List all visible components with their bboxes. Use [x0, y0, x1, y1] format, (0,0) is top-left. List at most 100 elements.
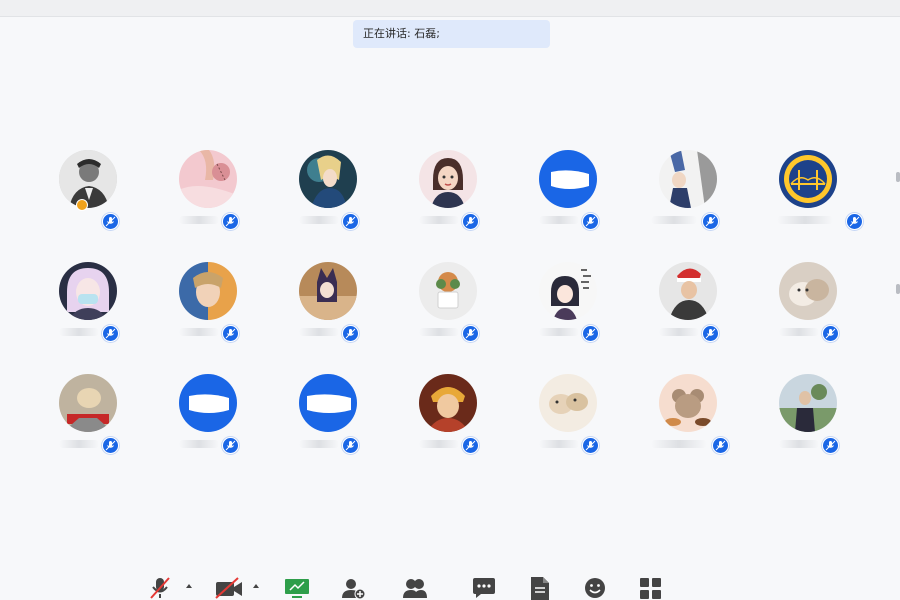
- participant-tile[interactable]: [771, 374, 843, 464]
- participant-name: [539, 328, 579, 336]
- microphone-icon: [822, 437, 839, 454]
- man-portrait-avatar: [59, 150, 117, 208]
- monkey-king-avatar: [419, 374, 477, 432]
- apps-icon[interactable]: [638, 576, 664, 600]
- santa-hat-man-avatar: [659, 262, 717, 320]
- microphone-icon: [712, 437, 729, 454]
- participant-name: [651, 216, 697, 224]
- host-badge-icon: [76, 199, 88, 211]
- outdoor-man-avatar: [779, 374, 837, 432]
- participant-name: [651, 440, 707, 448]
- cat-photo-avatar: [779, 262, 837, 320]
- participant-tile[interactable]: [51, 374, 123, 464]
- participant-tile[interactable]: [51, 150, 123, 240]
- participant-name: [539, 216, 579, 224]
- anime-fantasy-avatar: [179, 262, 237, 320]
- figure-suit-avatar: [659, 150, 717, 208]
- microphone-icon: [846, 213, 863, 230]
- participant-grid: [0, 0, 900, 600]
- microphone-icon: [462, 437, 479, 454]
- microphone-icon: [462, 213, 479, 230]
- participant-name: [179, 328, 219, 336]
- microphone-icon: [342, 437, 359, 454]
- participant-tile[interactable]: [291, 262, 363, 352]
- microphone-icon: [822, 325, 839, 342]
- participant-name: [59, 328, 99, 336]
- participant-name: [299, 328, 339, 336]
- participant-name: [419, 216, 459, 224]
- participant-tile[interactable]: [531, 262, 603, 352]
- participant-name: [419, 328, 459, 336]
- microphone-muted-icon[interactable]: [147, 576, 173, 600]
- plush-toys-avatar: [539, 374, 597, 432]
- chat-icon[interactable]: [471, 576, 497, 600]
- participant-name: [659, 328, 699, 336]
- microphone-icon: [102, 437, 119, 454]
- microphone-icon: [582, 437, 599, 454]
- anime-masked-avatar: [59, 262, 117, 320]
- participant-name: [779, 440, 819, 448]
- participant-name: [179, 216, 219, 224]
- participant-name: [419, 440, 459, 448]
- participant-tile[interactable]: [171, 150, 243, 240]
- participants-icon[interactable]: [402, 576, 428, 600]
- participant-name: [299, 216, 339, 224]
- microphone-icon: [222, 325, 239, 342]
- video-options-caret-icon[interactable]: [253, 584, 259, 588]
- participant-tile[interactable]: [291, 374, 363, 464]
- share-screen-icon[interactable]: [284, 576, 310, 600]
- microphone-icon: [222, 213, 239, 230]
- cat-girl-avatar: [299, 262, 357, 320]
- hand-pink-avatar: [179, 150, 237, 208]
- participant-tile[interactable]: [771, 150, 863, 240]
- audio-options-caret-icon[interactable]: [186, 584, 192, 588]
- microphone-icon: [582, 213, 599, 230]
- participant-name: [539, 440, 579, 448]
- document-icon[interactable]: [527, 576, 553, 600]
- blue-default-avatar: [179, 374, 237, 432]
- participant-tile[interactable]: [411, 374, 483, 464]
- meeting-window: 正在讲话: 石磊;: [0, 0, 900, 600]
- next-page-arrow-icon[interactable]: [896, 284, 900, 294]
- participant-tile[interactable]: [171, 262, 243, 352]
- participant-name: [299, 440, 339, 448]
- participant-tile[interactable]: [51, 262, 123, 352]
- microphone-icon: [702, 213, 719, 230]
- camera-off-icon[interactable]: [214, 576, 244, 600]
- participant-name: [59, 440, 99, 448]
- participant-tile[interactable]: [291, 150, 363, 240]
- invite-icon[interactable]: [340, 576, 366, 600]
- microphone-icon: [342, 325, 359, 342]
- microphone-icon: [102, 325, 119, 342]
- anime-blonde-avatar: [299, 150, 357, 208]
- microphone-icon: [702, 325, 719, 342]
- participant-name: [777, 216, 833, 224]
- participant-tile[interactable]: [651, 262, 723, 352]
- bridge-logo-avatar: [779, 150, 837, 208]
- cartoon-girl-avatar: [419, 150, 477, 208]
- participant-tile[interactable]: [531, 150, 603, 240]
- blue-default-avatar: [299, 374, 357, 432]
- microphone-icon: [582, 325, 599, 342]
- mouse-food-avatar: [659, 374, 717, 432]
- participant-name: [779, 328, 819, 336]
- dog-photo-avatar: [59, 374, 117, 432]
- participant-name: [179, 440, 219, 448]
- anime-text-avatar: [539, 262, 597, 320]
- participant-tile[interactable]: [771, 262, 843, 352]
- microphone-icon: [342, 213, 359, 230]
- next-page-arrow-icon[interactable]: [896, 172, 900, 182]
- participant-tile[interactable]: [171, 374, 243, 464]
- participant-tile[interactable]: [411, 262, 483, 352]
- plant-pot-avatar: [419, 262, 477, 320]
- meeting-toolbar: [0, 572, 900, 600]
- blue-default-avatar: [539, 150, 597, 208]
- microphone-icon: [462, 325, 479, 342]
- emoji-icon[interactable]: [582, 576, 608, 600]
- participant-tile[interactable]: [651, 150, 723, 240]
- participant-tile[interactable]: [411, 150, 483, 240]
- microphone-icon: [222, 437, 239, 454]
- participant-tile[interactable]: [531, 374, 603, 464]
- participant-tile[interactable]: [651, 374, 729, 464]
- microphone-icon: [102, 213, 119, 230]
